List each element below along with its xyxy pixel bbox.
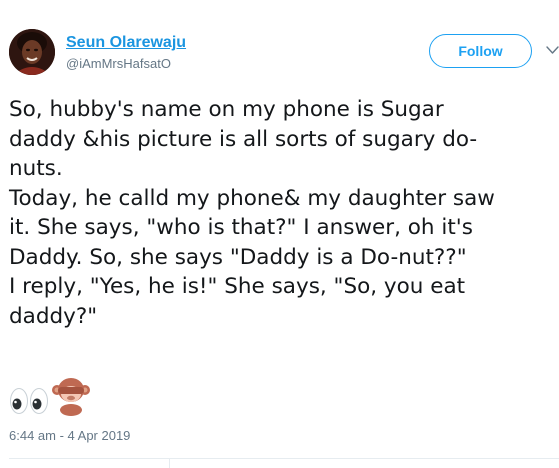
avatar[interactable] (9, 29, 55, 75)
tweet-text-line: Daddy. So, she says "Daddy is a Do-nut??… (9, 244, 467, 270)
tweet-text-line: I reply, "Yes, he is!" She says, "So, yo… (9, 274, 466, 299)
tweet-timestamp[interactable]: 6:44 am - 4 Apr 2019 (9, 428, 130, 443)
see-no-evil-monkey-emoji (52, 378, 90, 416)
tweet-text: So, hubby's name on my phone is Sugar da… (9, 95, 557, 331)
chevron-down-icon[interactable] (546, 42, 559, 56)
follow-button[interactable]: Follow (429, 34, 532, 68)
author-display-name[interactable]: Seun Olarewaju (66, 34, 186, 52)
tweet-text-line: So, hubby's name on my phone is Sugar (9, 97, 444, 122)
tweet-card: Seun Olarewaju @iAmMrsHafsatO Follow So,… (0, 0, 559, 468)
divider (169, 458, 170, 468)
emoji-row (9, 376, 91, 416)
avatar-photo (9, 29, 55, 75)
tweet-text-line: daddy &his picture is all sorts of sugar… (9, 126, 478, 152)
tweet-text-line: it. She says, "who is that?" I answer, o… (9, 215, 473, 240)
tweet-text-line: daddy?" (9, 303, 98, 329)
tweet-text-line: nuts. (9, 156, 63, 181)
eyes-emoji (10, 388, 48, 414)
author-handle[interactable]: @iAmMrsHafsatO (66, 56, 171, 71)
tweet-text-line: Today, he calld my phone& my daughter sa… (9, 185, 495, 211)
divider (9, 458, 559, 459)
